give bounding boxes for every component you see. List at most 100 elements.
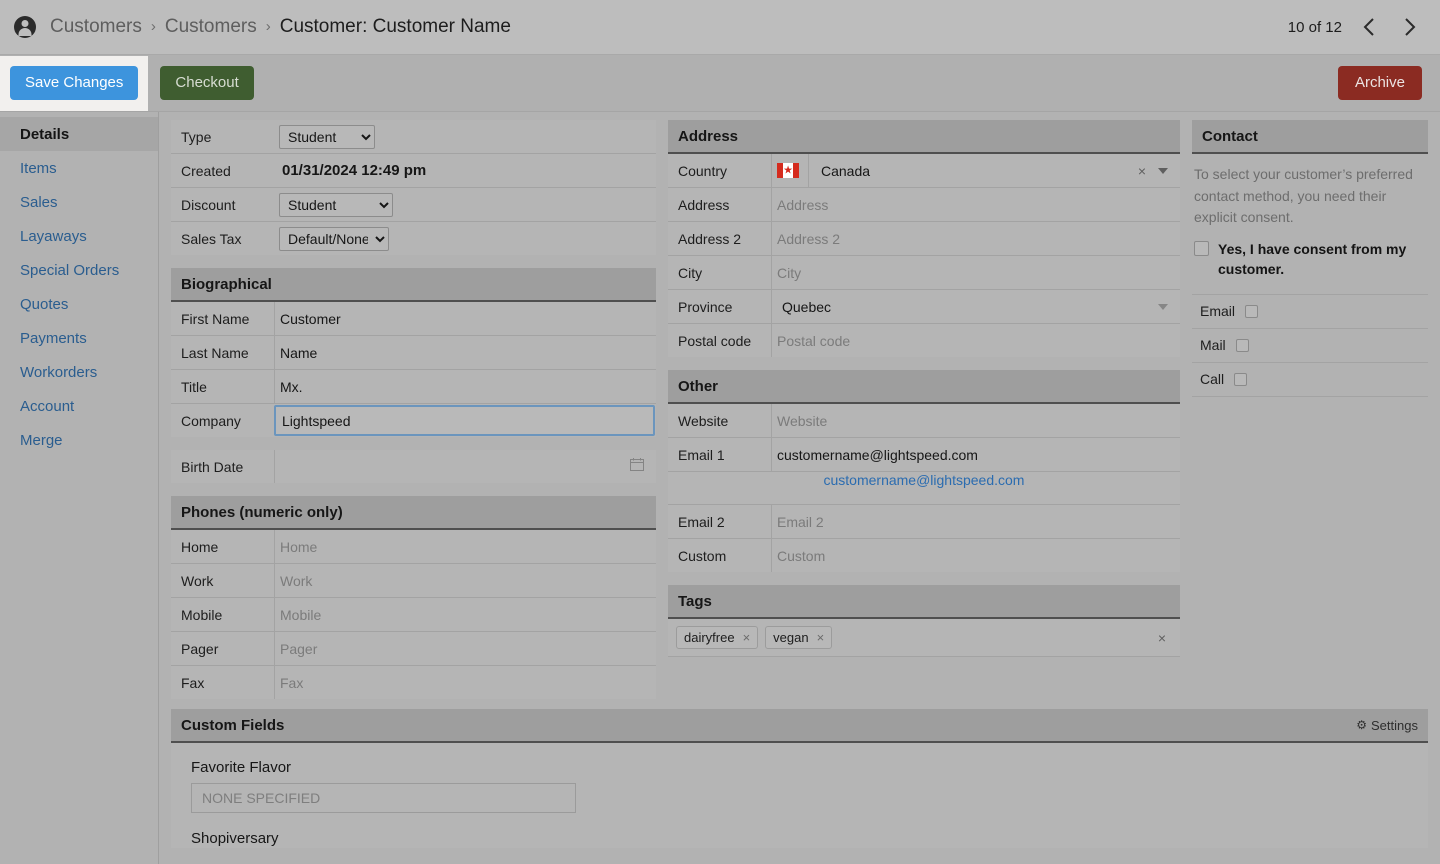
sidebar-item-items[interactable]: Items — [0, 151, 158, 185]
contact-method-email-row[interactable]: Email — [1192, 295, 1428, 329]
right-column: Contact To select your customer’s prefer… — [1192, 120, 1428, 410]
sidebar-item-sales[interactable]: Sales — [0, 185, 158, 219]
chevron-down-icon[interactable] — [1158, 167, 1168, 174]
sidebar-item-merge[interactable]: Merge — [0, 423, 158, 457]
calendar-icon[interactable] — [630, 457, 644, 476]
contact-method-label: Mail — [1200, 337, 1226, 354]
chevron-right-icon[interactable] — [1396, 14, 1422, 40]
clear-all-tags-icon[interactable]: × — [1158, 631, 1166, 645]
country-select[interactable]: ★ Canada × — [771, 154, 1180, 187]
content-area: Type Student Created 01/31/2024 12:49 pm — [159, 112, 1440, 864]
phone-work-label: Work — [181, 572, 214, 589]
address-1-input[interactable]: Address — [771, 188, 1180, 221]
type-select[interactable]: Student — [279, 124, 375, 149]
phones-header: Phones (numeric only) — [171, 496, 656, 530]
phone-pager-input[interactable]: Pager — [274, 632, 656, 665]
title-field[interactable]: Mx. — [274, 370, 656, 403]
save-changes-button[interactable]: Save Changes — [10, 65, 139, 101]
sidebar-item-label: Merge — [20, 431, 63, 449]
settings-label: Settings — [1371, 717, 1418, 733]
middle-column: Address Country ★ Canada × Address Addre… — [668, 120, 1180, 670]
tags-input[interactable]: dairyfree × vegan × × — [668, 619, 1180, 657]
phone-mobile-input[interactable]: Mobile — [274, 598, 656, 631]
header-right: 10 of 12 — [1288, 14, 1422, 40]
breadcrumb-item-customers-1[interactable]: Customers — [50, 16, 142, 38]
contact-method-call-checkbox[interactable] — [1234, 372, 1248, 386]
remove-tag-icon[interactable]: × — [743, 630, 751, 645]
sidebar-item-label: Sales — [20, 193, 58, 211]
created-value: 01/31/2024 12:49 pm — [282, 162, 427, 179]
other-title: Other — [678, 377, 719, 395]
checkout-button[interactable]: Checkout — [160, 65, 254, 101]
sidebar-item-quotes[interactable]: Quotes — [0, 287, 158, 321]
row-website: Website Website — [668, 404, 1180, 438]
birth-date-label: Birth Date — [181, 458, 244, 475]
address-title: Address — [678, 127, 739, 145]
discount-select[interactable]: Student — [279, 192, 393, 217]
first-name-field[interactable]: Customer — [274, 302, 656, 335]
consent-row[interactable]: Yes, I have consent from my customer. — [1192, 237, 1428, 294]
sidebar-item-special-orders[interactable]: Special Orders — [0, 253, 158, 287]
email-2-input[interactable]: Email 2 — [771, 505, 1180, 538]
sidebar-item-layaways[interactable]: Layaways — [0, 219, 158, 253]
row-country: Country ★ Canada × — [668, 154, 1180, 188]
row-title: Title Mx. — [171, 370, 656, 404]
company-input[interactable]: Lightspeed — [274, 405, 655, 436]
discount-label: Discount — [181, 196, 236, 213]
sidebar-item-details[interactable]: Details — [0, 117, 158, 151]
title-value: Mx. — [280, 378, 303, 395]
phone-work-input[interactable]: Work — [274, 564, 656, 597]
website-placeholder: Website — [777, 412, 828, 429]
tag-chip[interactable]: vegan × — [765, 626, 833, 649]
row-custom: Custom Custom — [668, 539, 1180, 572]
address-2-placeholder: Address 2 — [777, 230, 841, 247]
last-name-field[interactable]: Name — [274, 336, 656, 369]
phones-title: Phones (numeric only) — [181, 503, 343, 521]
phone-fax-input[interactable]: Fax — [274, 666, 656, 699]
phone-home-label: Home — [181, 538, 219, 555]
city-input[interactable]: City — [771, 256, 1180, 289]
company-value: Lightspeed — [282, 412, 351, 429]
sidebar-item-account[interactable]: Account — [0, 389, 158, 423]
custom-input[interactable]: Custom — [771, 539, 1180, 572]
sidebar-item-label: Account — [20, 397, 75, 415]
custom-field-label: Shopiversary — [191, 830, 279, 847]
remove-tag-icon[interactable]: × — [817, 630, 825, 645]
website-input[interactable]: Website — [771, 404, 1180, 437]
custom-fields-settings-link[interactable]: ⚙ Settings — [1356, 718, 1418, 733]
chevron-down-icon[interactable] — [1158, 303, 1168, 310]
contact-method-mail-checkbox[interactable] — [1235, 338, 1249, 352]
breadcrumb-separator: › — [150, 17, 156, 35]
consent-checkbox[interactable] — [1194, 241, 1209, 257]
contact-method-email-checkbox[interactable] — [1245, 304, 1259, 318]
row-province: Province Quebec — [668, 290, 1180, 324]
sales-tax-select[interactable]: Default/None — [279, 226, 389, 251]
postal-code-input[interactable]: Postal code — [771, 324, 1180, 357]
breadcrumb: Customers › Customers › Customer: Custom… — [50, 16, 511, 38]
row-last-name: Last Name Name — [171, 336, 656, 370]
custom-field-favorite-flavor-input[interactable]: NONE SPECIFIED — [191, 783, 576, 813]
birth-date-field[interactable] — [274, 450, 656, 483]
sidebar-item-workorders[interactable]: Workorders — [0, 355, 158, 389]
sidebar-item-label: Items — [20, 159, 57, 177]
tags-header: Tags — [668, 585, 1180, 619]
chevron-left-icon[interactable] — [1356, 14, 1382, 40]
contact-method-call-row[interactable]: Call — [1192, 363, 1428, 397]
address-2-input[interactable]: Address 2 — [771, 222, 1180, 255]
breadcrumb-item-customers-2[interactable]: Customers — [165, 16, 257, 38]
contact-method-mail-row[interactable]: Mail — [1192, 329, 1428, 363]
province-select[interactable]: Quebec — [771, 290, 1180, 323]
clear-icon[interactable]: × — [1138, 164, 1146, 178]
row-phone-pager: Pager Pager — [171, 632, 656, 666]
row-phone-work: Work Work — [171, 564, 656, 598]
email-1-input[interactable]: customername@lightspeed.com — [771, 438, 1180, 471]
biographical-title: Biographical — [181, 275, 272, 293]
tag-chip[interactable]: dairyfree × — [676, 626, 759, 649]
sidebar-item-payments[interactable]: Payments — [0, 321, 158, 355]
custom-placeholder: Custom — [777, 547, 826, 564]
archive-button[interactable]: Archive — [1337, 65, 1422, 101]
email-mailto-link[interactable]: customername@lightspeed.com — [824, 472, 1025, 504]
body-area: Details Items Sales Layaways Special Ord… — [0, 112, 1440, 864]
phone-home-input[interactable]: Home — [274, 530, 656, 563]
action-toolbar: Save Changes Checkout Archive — [0, 55, 1440, 112]
